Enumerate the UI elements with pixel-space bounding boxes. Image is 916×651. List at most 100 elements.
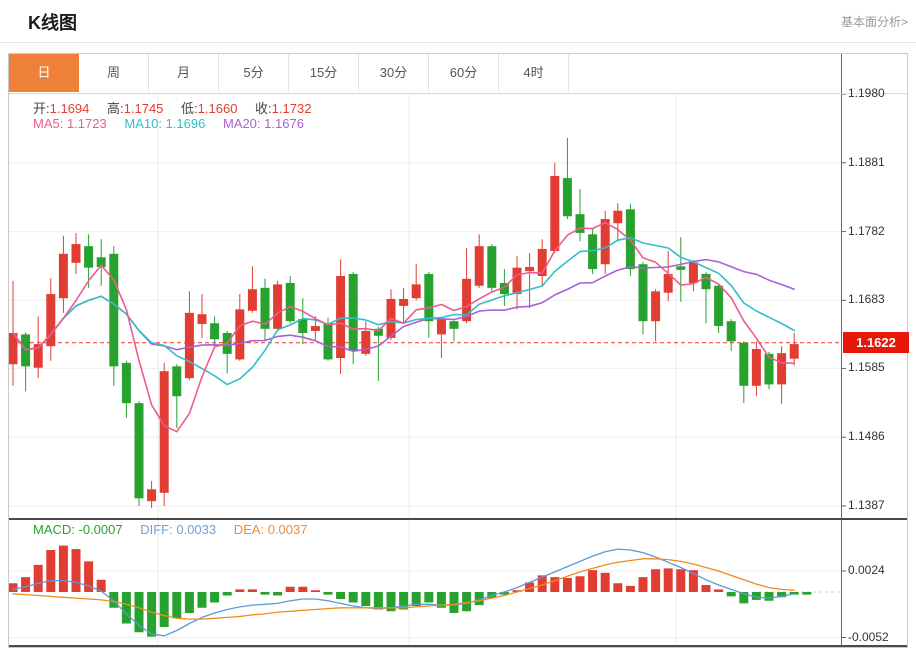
macd-bar (59, 546, 68, 592)
macd-bar (727, 592, 736, 596)
candle-body (286, 283, 295, 321)
candle-body (437, 319, 446, 334)
tab-underline (9, 93, 907, 94)
open-label: 开: (33, 101, 50, 116)
candle-body (399, 299, 408, 306)
macd-bar (588, 570, 597, 592)
candle-body (689, 262, 698, 283)
candle-body (676, 266, 685, 269)
candle-body (235, 309, 244, 359)
dea-value: 0.0037 (268, 522, 308, 537)
candle-body (248, 289, 257, 311)
macd-bar (172, 592, 181, 618)
macd-bar (160, 592, 169, 627)
candle-body (412, 284, 421, 298)
macd-bar (198, 592, 207, 608)
fundamental-analysis-link[interactable]: 基本面分析> (841, 13, 908, 30)
low-label: 低: (181, 101, 198, 116)
tab-60分[interactable]: 60分 (429, 54, 499, 92)
candle-body (702, 274, 711, 289)
candle-body (475, 246, 484, 286)
candle-body (714, 286, 723, 326)
macd-bar (21, 577, 30, 592)
candle-body (273, 284, 282, 328)
macd-bar (336, 592, 345, 599)
candle-body (550, 176, 559, 251)
high-label: 高: (107, 101, 124, 116)
ma10-value: 1.1696 (166, 116, 206, 131)
macd-bar (72, 549, 81, 592)
candle-body (450, 321, 459, 329)
page-title: K线图 (28, 9, 77, 35)
chart-container: 日周月5分15分30分60分4时 开:1.1694 高:1.1745 低:1.1… (8, 53, 908, 648)
macd-bar (626, 586, 635, 592)
candle-body (198, 314, 207, 324)
macd-bar (109, 592, 118, 608)
close-label: 收: (255, 101, 272, 116)
candle-body (727, 321, 736, 341)
macd-bar (613, 583, 622, 592)
last-price-badge: 1.1622 (843, 332, 909, 353)
tab-4时[interactable]: 4时 (499, 54, 569, 92)
tab-月[interactable]: 月 (149, 54, 219, 92)
macd-bar (135, 592, 144, 632)
macd-label: MACD: (33, 522, 75, 537)
candle-body (147, 489, 156, 501)
tab-5分[interactable]: 5分 (219, 54, 289, 92)
tab-日[interactable]: 日 (9, 54, 79, 92)
macd-bar (664, 568, 673, 592)
price-tick-label: 1.1387 (848, 498, 906, 512)
candle-body (739, 343, 748, 386)
price-tick-label: 1.1486 (848, 429, 906, 443)
candle-body (525, 267, 534, 271)
macd-bar (185, 592, 194, 613)
price-tick-label: 1.1585 (848, 360, 906, 374)
chart-canvas[interactable] (9, 54, 907, 647)
candle-body (160, 371, 169, 493)
candle-body (601, 219, 610, 264)
macd-bar (714, 589, 723, 592)
macd-bar (122, 592, 131, 624)
macd-bar (576, 576, 585, 592)
price-tick-label: 1.1881 (848, 155, 906, 169)
macd-bar (349, 592, 358, 603)
macd-bar (46, 550, 55, 592)
price-tick-label: 1.1782 (848, 224, 906, 238)
candle-body (324, 324, 333, 359)
macd-bar (235, 589, 244, 592)
candle-body (563, 178, 572, 216)
candle-body (790, 344, 799, 359)
candle-body (298, 319, 307, 333)
macd-bar (601, 573, 610, 592)
diff-label: DIFF: (140, 522, 173, 537)
low-value: 1.1660 (198, 101, 238, 116)
ma10-label: MA10: (124, 116, 162, 131)
macd-bar (273, 592, 282, 596)
candle-body (424, 274, 433, 321)
candle-body (185, 313, 194, 378)
macd-bar (563, 578, 572, 592)
candle-body (135, 403, 144, 498)
candle-body (777, 353, 786, 384)
macd-bar (651, 569, 660, 592)
close-value: 1.1732 (272, 101, 312, 116)
candle-body (59, 254, 68, 298)
macd-bar (147, 592, 156, 637)
candle-body (172, 366, 181, 396)
tab-周[interactable]: 周 (79, 54, 149, 92)
tab-15分[interactable]: 15分 (289, 54, 359, 92)
y-axis-line (841, 54, 842, 647)
candle-body (613, 211, 622, 224)
period-tab-bar: 日周月5分15分30分60分4时 (9, 54, 569, 93)
macd-bar (34, 565, 43, 592)
macd-bar (802, 592, 811, 595)
macd-bar (765, 592, 774, 601)
panel-separator (9, 518, 907, 520)
macd-bar (450, 592, 459, 613)
tab-30分[interactable]: 30分 (359, 54, 429, 92)
bottom-separator (9, 645, 907, 647)
candle-body (487, 246, 496, 288)
dea-label: DEA: (234, 522, 264, 537)
candle-body (311, 326, 320, 331)
ma-legend: MA5: 1.1723 MA10: 1.1696 MA20: 1.1676 (33, 116, 304, 131)
